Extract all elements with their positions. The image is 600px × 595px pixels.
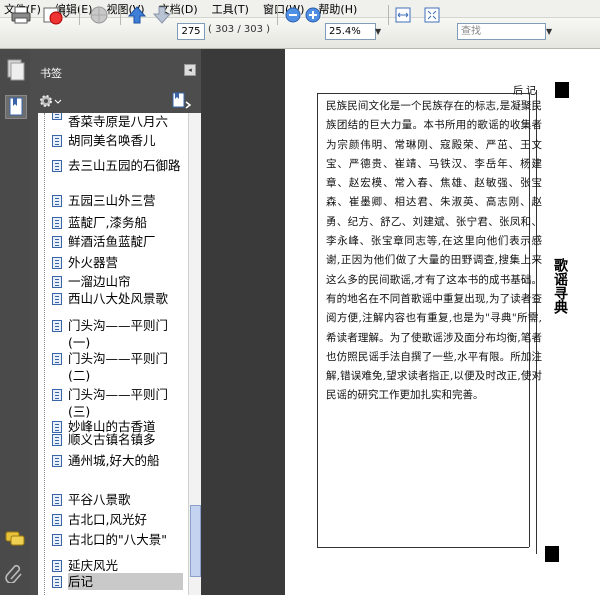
bookmark-page-icon [52,534,62,546]
bookmarks-panel-button[interactable] [5,95,27,119]
text-frame [317,93,529,94]
email-pdf-icon [43,7,69,25]
bookmark-page-icon [52,293,62,305]
bookmark-page-icon [52,514,62,526]
bookmark-item[interactable]: 香菜寺原是八月六 [68,113,183,130]
fit-width-icon [395,7,411,23]
find-input[interactable]: 查找 [457,23,546,40]
menu-tools[interactable]: 工具(T) [208,1,253,17]
bookmark-item[interactable]: 门头沟——平则门(二) [68,350,183,384]
bookmark-item[interactable]: 门头沟——平则门(一) [68,317,183,351]
share-button[interactable] [86,5,112,25]
bookmarks-toolbar [30,89,201,113]
bookmark-item[interactable]: 延庆风光 [68,557,183,574]
pages-icon [7,59,25,81]
bookmark-item[interactable]: 平谷八景歌 [68,491,183,508]
bookmark-page-icon [52,494,62,506]
panel-options-button[interactable]: ◂ [184,64,196,76]
arrow-up-icon [127,6,147,24]
fit-width-button[interactable] [393,5,413,25]
printer-icon [11,6,31,24]
side-title: 歌谣寻典 [552,258,568,314]
bookmark-page-icon [52,257,62,269]
bookmark-item[interactable]: 去三山五园的石御路 [68,157,183,191]
bookmark-page-icon [52,434,62,446]
comment-icon [5,531,25,546]
document-background [201,49,285,595]
bookmark-page-icon [52,455,62,467]
bookmark-scrollbar[interactable] [188,113,202,595]
bookmark-page-icon [52,320,62,332]
bookmark-item[interactable]: 蓝靛厂,漆务船 [68,214,183,231]
bookmark-page-icon [52,560,62,572]
bookmark-icon [9,97,23,116]
page-count-label: ( 303 / 303 ) [208,24,271,35]
bookmark-item[interactable]: 通州城,好大的船 [68,452,183,486]
zoom-out-icon [285,7,301,23]
gear-icon[interactable] [39,93,63,109]
paperclip-icon [5,564,22,584]
chevron-down-icon[interactable]: ▼ [375,27,381,36]
previous-page-button[interactable] [126,5,148,25]
bookmark-page-icon [52,421,62,433]
globe-icon [90,6,108,24]
email-button[interactable] [40,5,70,25]
zoom-in-button[interactable] [304,5,322,25]
bookmark-list: 香菜寺原是八月六 胡同美名唤香儿去三山五园的石御路 五园三山外三营 蓝靛厂,漆务船 鲜酒… [38,113,188,595]
bookmark-page-icon [52,217,62,229]
zoom-in-icon [305,7,321,23]
zoom-out-button[interactable] [284,5,302,25]
bookmark-item[interactable]: 后记 [68,573,183,590]
bookmark-page-icon [52,576,62,588]
bookmark-page-icon [52,113,62,120]
bookmark-item[interactable]: 门头沟——平则门(三) [68,386,183,420]
bookmark-page-icon [52,195,62,207]
fit-page-icon [424,7,440,23]
comments-panel-button[interactable] [5,529,25,551]
bookmark-item[interactable]: 胡同美名唤香儿 [68,132,183,149]
text-frame [317,547,529,548]
arrow-down-icon [152,6,172,24]
afterword-body: 民族民间文化是一个民族存在的标志,是凝聚民族团结的巨大力量。本书所用的歌谣的收集… [326,100,542,402]
bookmark-page-icon [52,353,62,365]
fit-page-button[interactable] [422,5,442,25]
bookmark-item[interactable]: 外火器营 [68,254,183,271]
bookmark-page-icon [52,276,62,288]
navigation-strip [0,49,30,595]
new-bookmark-icon[interactable] [172,92,192,109]
bookmarks-panel-title: 书签 [40,67,62,80]
attachments-panel-button[interactable] [5,563,25,585]
zoom-level-select[interactable]: 25.4% [325,23,376,40]
text-frame [317,93,318,547]
bookmark-item[interactable]: 顺义古镇名镇多 [68,431,183,448]
pages-panel-button[interactable] [5,59,25,81]
scrollbar-thumb[interactable] [190,505,201,577]
find-dropdown-icon[interactable]: ▼ [546,27,552,36]
bookmark-item[interactable]: 五园三山外三营 [68,192,183,209]
bookmark-page-icon [52,389,62,401]
bookmark-page-icon [52,236,62,248]
corner-block [545,546,559,562]
print-button[interactable] [8,5,34,25]
bookmark-item[interactable]: 一溜边山帘 [68,273,183,290]
tree-connector [44,113,46,595]
page-number-input[interactable]: 275 [177,23,205,40]
bookmark-item[interactable]: 古北口,风光好 [68,511,183,528]
bookmark-page-icon [52,135,62,147]
corner-block [555,82,569,98]
bookmark-page-icon [52,160,62,172]
next-page-button[interactable] [151,5,173,25]
bookmark-item[interactable]: 鲜酒活鱼蓝靛厂 [68,233,183,250]
page-header: 后 记 [513,86,537,97]
